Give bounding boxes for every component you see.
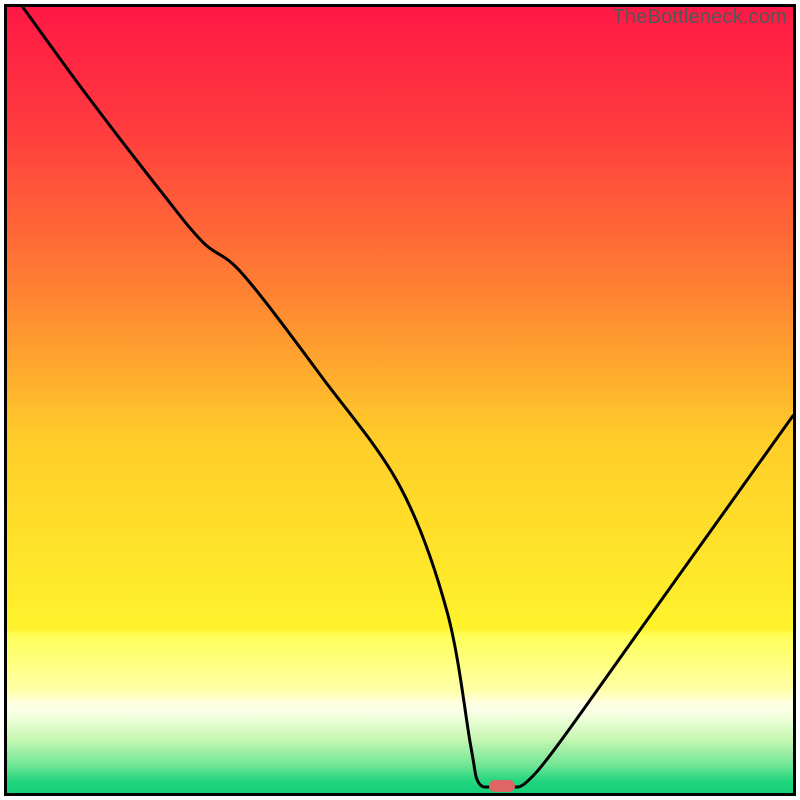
bottleneck-marker [489, 780, 515, 792]
watermark-label: TheBottleneck.com [612, 6, 787, 29]
chart-curve [7, 7, 793, 793]
curve-path [23, 7, 793, 787]
chart-frame: TheBottleneck.com [4, 4, 796, 796]
